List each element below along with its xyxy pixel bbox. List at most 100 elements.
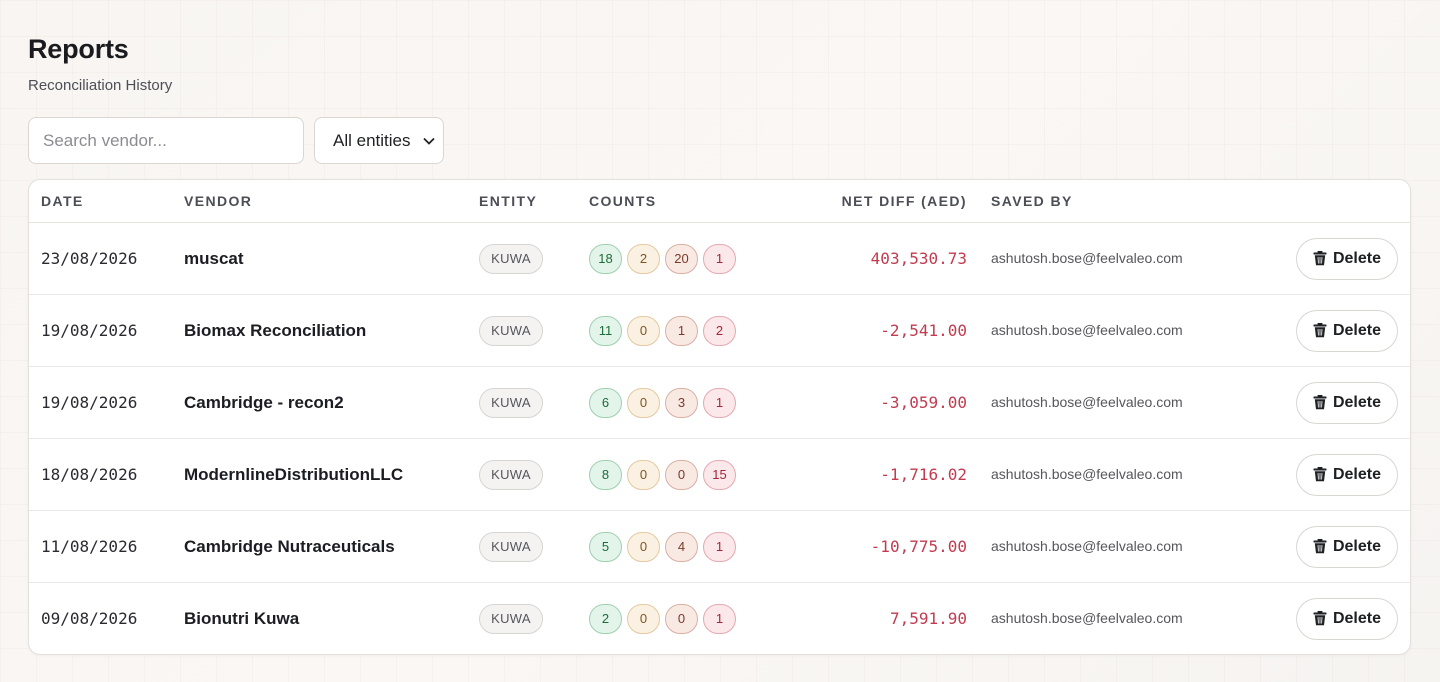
row-date: 18/08/2026 (41, 464, 138, 484)
delete-label: Delete (1332, 609, 1381, 627)
delete-button[interactable]: Delete (1295, 237, 1398, 280)
count-mismatch-pill: 1 (665, 315, 698, 346)
table-row: 19/08/2026 Cambridge - recon2 KUWA 6 0 3… (29, 367, 1410, 439)
row-net-diff: 7,591.90 (889, 608, 967, 628)
table-row: 18/08/2026 ModernlineDistributionLLC KUW… (29, 439, 1410, 511)
row-saved-by: ashutosh.bose@feelvaleo.com (991, 609, 1183, 626)
row-entity-badge: KUWA (479, 531, 543, 562)
row-counts: 2 0 0 1 (589, 603, 779, 634)
row-date: 19/08/2026 (41, 320, 138, 340)
row-vendor: muscat (184, 248, 244, 268)
count-missing-pill: 1 (703, 243, 736, 274)
count-partial-pill: 0 (627, 315, 660, 346)
count-matched-pill: 5 (589, 531, 622, 562)
table-row: 23/08/2026 muscat KUWA 18 2 20 1 403,530… (29, 223, 1410, 295)
delete-label: Delete (1332, 249, 1381, 267)
delete-button[interactable]: Delete (1295, 381, 1398, 424)
count-missing-pill: 15 (703, 459, 736, 490)
table-header: DATE VENDOR ENTITY COUNTS NET DIFF (AED)… (29, 180, 1410, 223)
table-body: 23/08/2026 muscat KUWA 18 2 20 1 403,530… (29, 223, 1410, 654)
entity-select-value: All entities (333, 130, 411, 150)
trash-icon (1313, 539, 1327, 554)
page-subtitle: Reconciliation History (28, 77, 173, 94)
row-vendor: Biomax Reconciliation (184, 320, 367, 340)
count-partial-pill: 0 (627, 603, 660, 634)
row-saved-by: ashutosh.bose@feelvaleo.com (991, 321, 1183, 338)
count-mismatch-pill: 0 (665, 459, 698, 490)
delete-label: Delete (1332, 393, 1381, 411)
reconciliation-table: DATE VENDOR ENTITY COUNTS NET DIFF (AED)… (28, 179, 1411, 655)
count-mismatch-pill: 20 (665, 243, 698, 274)
row-entity-badge: KUWA (479, 243, 543, 274)
row-counts: 11 0 1 2 (589, 315, 779, 346)
delete-label: Delete (1332, 465, 1381, 483)
delete-button[interactable]: Delete (1295, 597, 1398, 640)
reports-page: Reports Reconciliation History All entit… (0, 0, 1440, 655)
row-vendor: Bionutri Kuwa (184, 608, 300, 628)
page-title: Reports (28, 34, 129, 64)
row-counts: 8 0 0 15 (589, 459, 779, 490)
header-entity: ENTITY (479, 193, 538, 209)
row-net-diff: 403,530.73 (870, 248, 967, 268)
row-saved-by: ashutosh.bose@feelvaleo.com (991, 537, 1183, 554)
row-net-diff: -3,059.00 (880, 392, 967, 412)
table-row: 19/08/2026 Biomax Reconciliation KUWA 11… (29, 295, 1410, 367)
trash-icon (1313, 395, 1327, 410)
row-net-diff: -2,541.00 (880, 320, 967, 340)
header-date: DATE (41, 193, 84, 209)
count-missing-pill: 1 (703, 531, 736, 562)
search-vendor-input[interactable] (28, 117, 304, 164)
header-saved-by: SAVED BY (991, 193, 1073, 209)
row-net-diff: -10,775.00 (870, 536, 967, 556)
count-missing-pill: 1 (703, 603, 736, 634)
delete-button[interactable]: Delete (1295, 309, 1398, 352)
delete-label: Delete (1332, 321, 1381, 339)
count-matched-pill: 6 (589, 387, 622, 418)
trash-icon (1313, 467, 1327, 482)
row-date: 09/08/2026 (41, 608, 138, 628)
trash-icon (1313, 611, 1327, 626)
header-vendor: VENDOR (184, 193, 253, 209)
filter-bar: All entities (28, 117, 1412, 164)
trash-icon (1313, 251, 1327, 266)
count-matched-pill: 18 (589, 243, 622, 274)
row-counts: 18 2 20 1 (589, 243, 779, 274)
delete-button[interactable]: Delete (1295, 453, 1398, 496)
row-saved-by: ashutosh.bose@feelvaleo.com (991, 465, 1183, 482)
row-entity-badge: KUWA (479, 459, 543, 490)
row-date: 23/08/2026 (41, 248, 138, 268)
trash-icon (1313, 323, 1327, 338)
count-matched-pill: 11 (589, 315, 622, 346)
count-mismatch-pill: 0 (665, 603, 698, 634)
count-partial-pill: 0 (627, 387, 660, 418)
row-entity-badge: KUWA (479, 603, 543, 634)
row-counts: 5 0 4 1 (589, 531, 779, 562)
row-saved-by: ashutosh.bose@feelvaleo.com (991, 249, 1183, 266)
row-vendor: Cambridge - recon2 (184, 392, 344, 412)
delete-button[interactable]: Delete (1295, 525, 1398, 568)
row-vendor: ModernlineDistributionLLC (184, 464, 404, 484)
count-missing-pill: 1 (703, 387, 736, 418)
header-counts: COUNTS (589, 193, 657, 209)
row-date: 19/08/2026 (41, 392, 138, 412)
header-net-diff: NET DIFF (AED) (841, 193, 967, 209)
row-entity-badge: KUWA (479, 315, 543, 346)
table-row: 11/08/2026 Cambridge Nutraceuticals KUWA… (29, 511, 1410, 583)
count-partial-pill: 2 (627, 243, 660, 274)
count-partial-pill: 0 (627, 459, 660, 490)
entity-select[interactable]: All entities (314, 117, 444, 164)
count-missing-pill: 2 (703, 315, 736, 346)
count-matched-pill: 8 (589, 459, 622, 490)
row-vendor: Cambridge Nutraceuticals (184, 536, 395, 556)
count-matched-pill: 2 (589, 603, 622, 634)
row-counts: 6 0 3 1 (589, 387, 779, 418)
row-net-diff: -1,716.02 (880, 464, 967, 484)
row-date: 11/08/2026 (41, 536, 138, 556)
count-partial-pill: 0 (627, 531, 660, 562)
row-saved-by: ashutosh.bose@feelvaleo.com (991, 393, 1183, 410)
table-row: 09/08/2026 Bionutri Kuwa KUWA 2 0 0 1 7,… (29, 583, 1410, 654)
delete-label: Delete (1332, 537, 1381, 555)
count-mismatch-pill: 4 (665, 531, 698, 562)
row-entity-badge: KUWA (479, 387, 543, 418)
chevron-down-icon (423, 133, 435, 148)
